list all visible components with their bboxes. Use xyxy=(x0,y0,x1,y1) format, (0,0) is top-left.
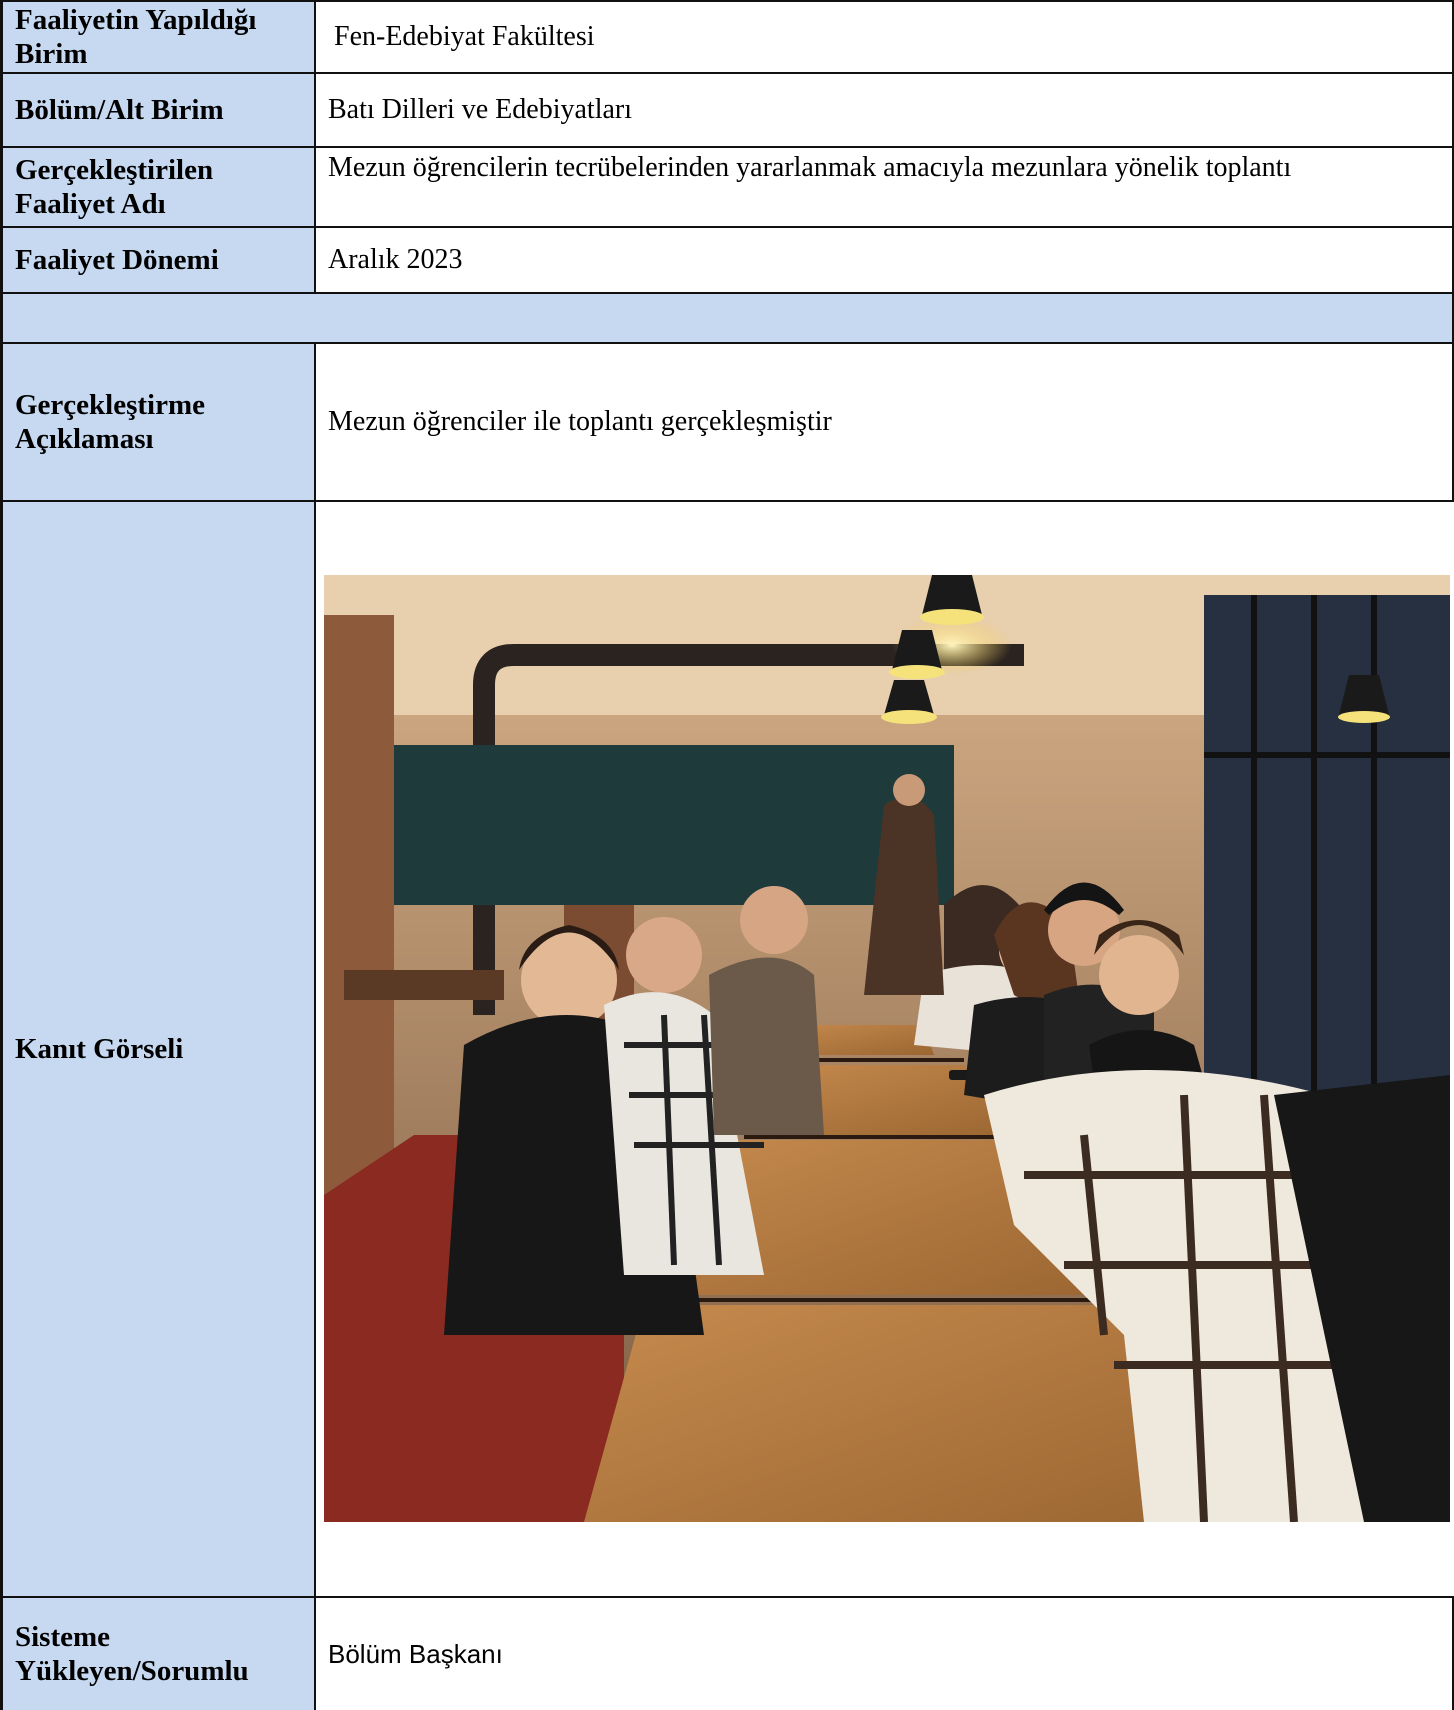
faaliyet-value: Mezun öğrencilerin tecrübelerinden yarar… xyxy=(316,148,1454,226)
faaliyet-label: Gerçekleştirilen Faaliyet Adı xyxy=(0,148,316,226)
activity-report-table: Faaliyetin Yapıldığı Birim Fen-Edebiyat … xyxy=(0,0,1454,1710)
row-donem: Faaliyet Dönemi Aralık 2023 xyxy=(0,228,1454,294)
row-sorumlu: Sisteme Yükleyen/Sorumlu Bölüm Başkanı xyxy=(0,1598,1454,1710)
row-birim: Faaliyetin Yapıldığı Birim Fen-Edebiyat … xyxy=(0,0,1454,74)
cafe-group-photo xyxy=(324,575,1450,1523)
bolum-label: Bölüm/Alt Birim xyxy=(0,74,316,146)
birim-label: Faaliyetin Yapıldığı Birim xyxy=(0,2,316,72)
aciklama-value: Mezun öğrenciler ile toplantı gerçekleşm… xyxy=(316,344,1454,500)
aciklama-label: Gerçekleştirme Açıklaması xyxy=(0,344,316,500)
donem-label: Faaliyet Dönemi xyxy=(0,228,316,292)
row-bolum: Bölüm/Alt Birim Batı Dilleri ve Edebiyat… xyxy=(0,74,1454,148)
separator-band xyxy=(0,294,1454,344)
birim-value: Fen-Edebiyat Fakültesi xyxy=(316,2,1454,72)
sorumlu-label: Sisteme Yükleyen/Sorumlu xyxy=(0,1598,316,1710)
bolum-value: Batı Dilleri ve Edebiyatları xyxy=(316,74,1454,146)
sorumlu-value: Bölüm Başkanı xyxy=(316,1598,1454,1710)
kanit-label: Kanıt Görseli xyxy=(0,502,316,1596)
row-aciklama: Gerçekleştirme Açıklaması Mezun öğrencil… xyxy=(0,344,1454,502)
row-faaliyet: Gerçekleştirilen Faaliyet Adı Mezun öğre… xyxy=(0,148,1454,228)
evidence-photo xyxy=(324,575,1450,1523)
donem-value: Aralık 2023 xyxy=(316,228,1454,292)
